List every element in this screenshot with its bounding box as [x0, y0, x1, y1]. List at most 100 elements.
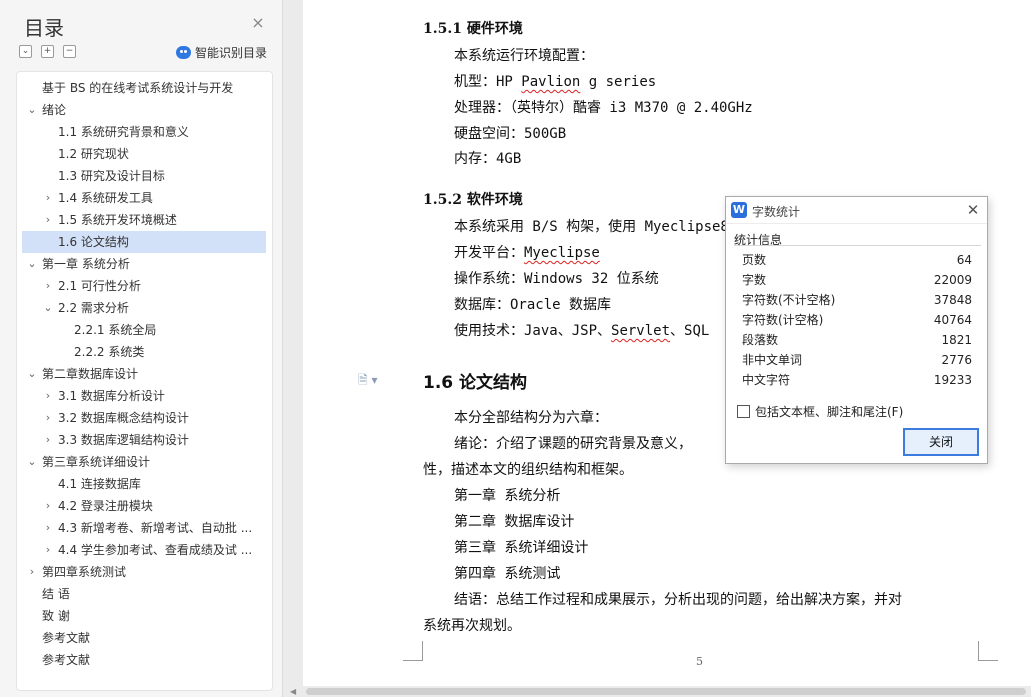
chevron-right-icon[interactable]: › — [43, 187, 53, 209]
outline-item-label: 1.6 论文结构 — [58, 235, 129, 249]
chevron-right-icon[interactable] — [27, 649, 37, 671]
outline-item[interactable]: 参考文献 — [22, 627, 266, 649]
chevron-right-icon[interactable] — [43, 165, 53, 187]
outline-item[interactable]: › 3.1 数据库分析设计 — [22, 385, 266, 407]
outline-item-label: 4.3 新增考卷、新增考试、自动批 ... — [58, 521, 253, 535]
checkbox-box[interactable] — [737, 405, 750, 418]
scroll-left-icon[interactable]: ◀ — [290, 687, 296, 696]
stat-value: 2776 — [941, 353, 972, 367]
outline-item-label: 第三章系统详细设计 — [42, 455, 151, 469]
chevron-down-icon[interactable]: ⌄ — [27, 451, 37, 473]
chevron-down-icon[interactable]: ⌄ — [27, 363, 37, 385]
outline-item[interactable]: ⌄ 第三章系统详细设计 — [22, 451, 266, 473]
outline-item-label: 3.1 数据库分析设计 — [58, 389, 165, 403]
expand-level-button[interactable]: + — [41, 45, 54, 58]
paragraph-menu-icon[interactable]: 🗎 ▾ — [358, 371, 378, 392]
outline-item[interactable]: 1.1 系统研究背景和意义 — [22, 121, 266, 143]
collapse-all-button[interactable]: ⌄ — [19, 45, 32, 58]
outline-item[interactable]: › 3.3 数据库逻辑结构设计 — [22, 429, 266, 451]
stat-label: 字数 — [742, 273, 767, 287]
crop-mark-right — [978, 641, 998, 661]
chevron-right-icon[interactable]: › — [43, 539, 53, 561]
chapter-line: 第四章 系统测试 — [454, 566, 561, 582]
chevron-right-icon[interactable] — [27, 583, 37, 605]
chevron-right-icon[interactable]: › — [43, 495, 53, 517]
outline-item[interactable]: ⌄ 第二章数据库设计 — [22, 363, 266, 385]
sw-tech-suffix: 、SQL — [670, 323, 710, 339]
outline-item[interactable]: › 4.4 学生参加考试、查看成绩及试 ... — [22, 539, 266, 561]
outline-item[interactable]: ⌄ 第一章 系统分析 — [22, 253, 266, 275]
outline-item[interactable]: ⌄ 2.2 需求分析 — [22, 297, 266, 319]
chevron-right-icon[interactable] — [27, 605, 37, 627]
outline-item[interactable]: › 4.3 新增考卷、新增考试、自动批 ... — [22, 517, 266, 539]
outline-item[interactable]: ⌄ 绪论 — [22, 99, 266, 121]
stat-row: 非中文单词 2776 — [742, 350, 972, 370]
stat-row: 页数 64 — [742, 250, 972, 270]
outline-item[interactable]: 参考文献 — [22, 649, 266, 671]
chevron-down-icon[interactable]: ⌄ — [43, 297, 53, 319]
chapter-line: 第二章 数据库设计 — [454, 514, 575, 530]
chevron-right-icon[interactable] — [43, 143, 53, 165]
outline-tree: 基于 BS 的在线考试系统设计与开发 ⌄ 绪论 1.1 系统研究背景和意义 1.2 研究… — [16, 71, 273, 691]
outline-item-label: 第一章 系统分析 — [42, 257, 130, 271]
body-line: 结语：总结工作过程和成果展示，分析出现的问题，给出解决方案，并对 — [454, 592, 902, 608]
hw-mem-line: 内存：4GB — [454, 151, 522, 167]
chevron-right-icon[interactable] — [27, 627, 37, 649]
close-button[interactable]: 关闭 — [903, 428, 979, 456]
chevron-right-icon[interactable]: › — [27, 561, 37, 583]
outline-item[interactable]: 1.2 研究现状 — [22, 143, 266, 165]
outline-item-label: 参考文献 — [42, 653, 91, 667]
chevron-right-icon[interactable]: › — [43, 385, 53, 407]
stat-value: 40764 — [933, 313, 972, 327]
outline-item[interactable]: › 4.2 登录注册模块 — [22, 495, 266, 517]
chevron-right-icon[interactable]: › — [43, 429, 53, 451]
outline-item-label: 致 谢 — [42, 609, 70, 623]
outline-item[interactable]: 2.2.1 系统全局 — [22, 319, 266, 341]
include-textboxes-checkbox[interactable]: 包括文本框、脚注和尾注(F) — [737, 403, 903, 420]
chevron-right-icon[interactable]: › — [43, 517, 53, 539]
chevron-down-icon[interactable]: ⌄ — [27, 253, 37, 275]
page-number: 5 — [696, 655, 703, 668]
stat-row: 字符数(计空格) 40764 — [742, 310, 972, 330]
hw-disk-line: 硬盘空间：500GB — [454, 126, 567, 142]
outline-item-label: 1.1 系统研究背景和意义 — [58, 125, 189, 139]
dialog-titlebar[interactable]: W 字数统计 ✕ — [726, 197, 987, 224]
chevron-right-icon[interactable]: › — [43, 407, 53, 429]
outline-item[interactable]: › 3.2 数据库概念结构设计 — [22, 407, 266, 429]
outline-item[interactable]: › 第四章系统测试 — [22, 561, 266, 583]
chevron-right-icon[interactable] — [59, 341, 69, 363]
outline-item[interactable]: › 2.1 可行性分析 — [22, 275, 266, 297]
outline-item[interactable]: › 1.4 系统研发工具 — [22, 187, 266, 209]
outline-item[interactable]: 2.2.2 系统类 — [22, 341, 266, 363]
outline-item[interactable]: 4.1 连接数据库 — [22, 473, 266, 495]
smart-detect-toc-button[interactable]: 智能识别目录 — [176, 44, 267, 61]
outline-item[interactable]: › 1.5 系统开发环境概述 — [22, 209, 266, 231]
horizontal-scrollbar[interactable]: ◀ — [284, 686, 1031, 697]
outline-item[interactable]: 结 语 — [22, 583, 266, 605]
chevron-right-icon[interactable] — [43, 121, 53, 143]
scrollbar-thumb[interactable] — [306, 688, 1026, 695]
sw-intro-line: 本系统采用 B/S 构架，使用 Myeclipse8 — [454, 219, 729, 235]
collapse-level-button[interactable]: − — [63, 45, 76, 58]
stat-value: 19233 — [933, 373, 972, 387]
outline-item[interactable]: 致 谢 — [22, 605, 266, 627]
outline-item[interactable]: 1.3 研究及设计目标 — [22, 165, 266, 187]
chevron-right-icon[interactable] — [59, 319, 69, 341]
chevron-right-icon[interactable] — [43, 231, 53, 253]
pane-splitter[interactable] — [284, 0, 302, 697]
word-count-dialog: W 字数统计 ✕ 统计信息 页数 64 字数 22009 字符数(不计空格) 37848 字… — [725, 196, 988, 464]
chevron-right-icon[interactable] — [43, 473, 53, 495]
chevron-right-icon[interactable]: › — [43, 209, 53, 231]
chevron-right-icon[interactable] — [27, 77, 37, 99]
chevron-right-icon[interactable]: › — [43, 275, 53, 297]
stat-label: 非中文单词 — [742, 353, 803, 367]
outline-item[interactable]: 1.6 论文结构 — [22, 231, 266, 253]
sw-os-line: 操作系统：Windows 32 位系统 — [454, 271, 659, 287]
chevron-down-icon[interactable]: ⌄ — [27, 99, 37, 121]
word-processor-window: 目录 × ⌄ + − 智能识别目录 基于 BS 的在线考试系统设计与开发 ⌄ 绪论 1… — [0, 0, 1031, 697]
outline-item[interactable]: 基于 BS 的在线考试系统设计与开发 — [22, 77, 266, 99]
hw-model-suffix: g series — [580, 74, 657, 90]
close-outline-icon[interactable]: × — [251, 15, 265, 31]
stat-row: 字符数(不计空格) 37848 — [742, 290, 972, 310]
close-icon[interactable]: ✕ — [965, 201, 981, 219]
